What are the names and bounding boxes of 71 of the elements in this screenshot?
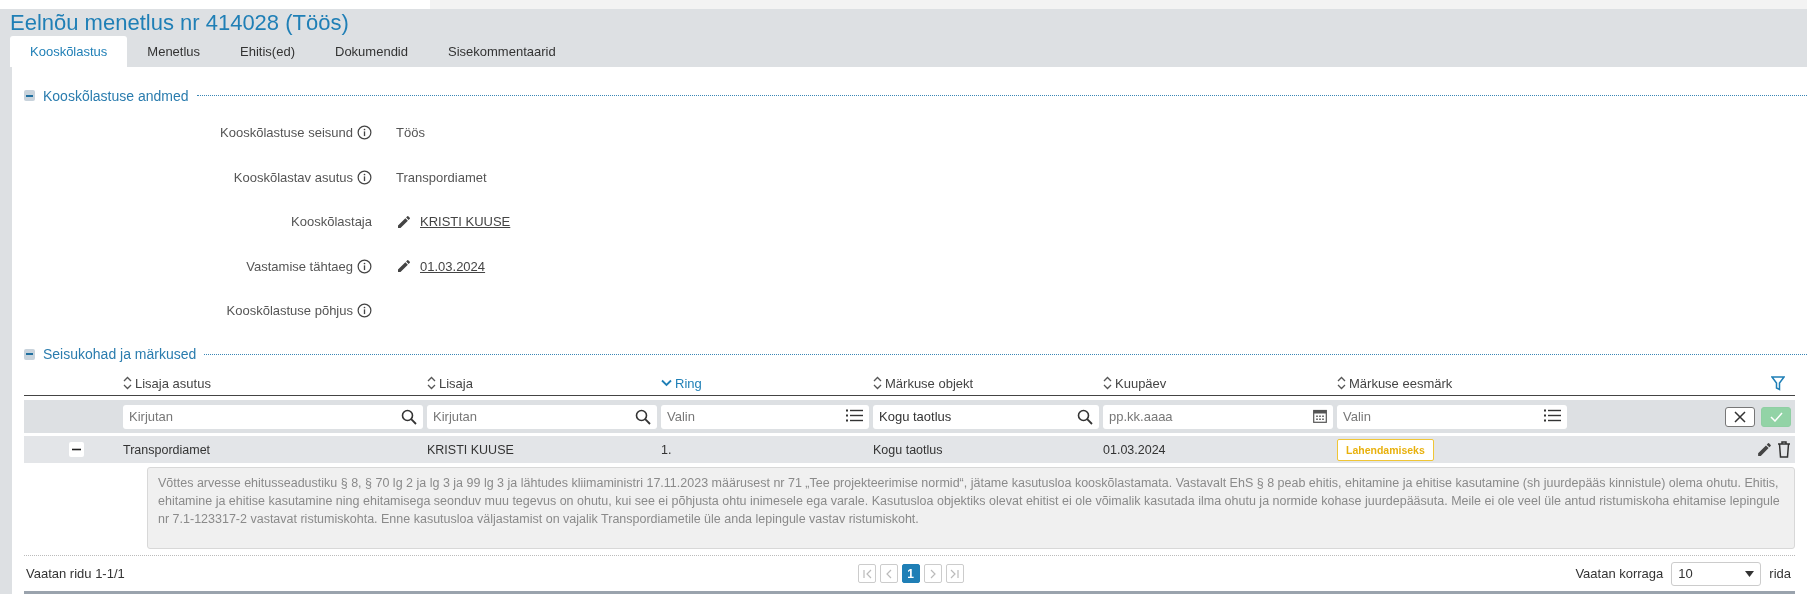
list-icon[interactable] <box>1544 408 1561 422</box>
table-cell-text: Transpordiamet <box>123 442 212 457</box>
tab[interactable]: Sisekommentaarid <box>428 35 576 67</box>
table-cell-text: 1. <box>661 442 673 457</box>
table-cell-text: KRISTI KUUSE <box>427 442 515 457</box>
column-header[interactable]: Märkuse eesmärk <box>1337 375 1571 391</box>
field-label: Kooskõlastuse seisund <box>220 125 353 141</box>
trash-icon[interactable] <box>1777 441 1791 458</box>
first-page-icon <box>860 567 873 580</box>
check-icon <box>1769 411 1783 422</box>
filter-field[interactable]: Kogu taotlus <box>873 404 1099 429</box>
search-icon[interactable] <box>1077 408 1093 425</box>
column-header[interactable]: Lisaja <box>427 375 661 391</box>
filter-field[interactable]: Kirjutan <box>427 404 657 429</box>
caret-icon <box>1745 570 1755 577</box>
column-header[interactable]: Kuupäev <box>1103 375 1337 391</box>
page-title: Eelnõu menetlus nr 414028 (Töös) <box>9 8 350 36</box>
sort-icon[interactable] <box>1337 376 1346 390</box>
search-icon[interactable] <box>635 408 651 425</box>
pencil-icon[interactable] <box>396 258 412 275</box>
info-icon[interactable] <box>357 125 372 141</box>
tab[interactable]: Dokumendid <box>315 35 428 67</box>
field-label: Kooskõlastav asutus <box>233 169 353 185</box>
list-icon[interactable] <box>846 408 863 422</box>
field-value: Transpordiamet <box>396 169 487 185</box>
field-link[interactable]: KRISTI KUUSE <box>420 214 511 230</box>
tab[interactable]: Menetlus <box>127 35 221 67</box>
field-label: Kooskõlastuse põhjus <box>226 303 353 319</box>
row-range: Vaatan ridu 1-1/1 <box>26 566 126 581</box>
search-icon[interactable] <box>401 408 417 425</box>
sort-icon[interactable] <box>427 376 436 390</box>
field-label: Vastamise tähtaeg <box>246 258 353 274</box>
column-header[interactable]: Märkuse objekt <box>873 375 1103 391</box>
filter-field[interactable]: pp.kk.aaaa <box>1103 404 1333 429</box>
filter-field[interactable]: Valin <box>1337 404 1567 429</box>
info-icon[interactable] <box>357 169 372 185</box>
collapse-toggle[interactable] <box>24 90 35 101</box>
sort-icon[interactable] <box>1103 376 1112 390</box>
chevron-down-icon[interactable] <box>661 379 672 387</box>
info-icon[interactable] <box>357 303 372 319</box>
page-size-select[interactable]: 10 <box>1671 561 1762 586</box>
row-toggle[interactable] <box>69 442 84 457</box>
filter-field[interactable]: Kirjutan <box>123 404 423 429</box>
info-icon[interactable] <box>357 258 372 274</box>
rows-label: rida <box>1769 566 1791 581</box>
filter-field[interactable]: Valin <box>661 404 869 429</box>
collapse-toggle[interactable] <box>24 348 35 360</box>
calendar-icon[interactable] <box>1313 408 1327 423</box>
remark-text: Võttes arvesse ehitusseadustiku § 8, § 70 lg 2 ja lg 3 ja 99 lg 3 ja lähtudes kliimaministri 17.11.2023 määrusest nr 71 „Tee projekteerimise normid“, jätame kasutusloa kooskõlastamata. Vastavalt EhS § 8 peab ehitis, ehitamine ja ehitise kasutamine (sh juurdepääs kinnistule) olema ohutu. Ehitis, ehitamine ja ehitise kasutamine ning ehitamisega seonduv muu tegevus on ohutu, kui see ei põhjusta ohtu inimesele ega varale. Kasutusloa objektiks olevat ehitist ei ole võimalik kasutada ilma ohutu ja normide kohase juurdepääsuta. Meile ei ole veel üle antud ristumiskoha ehitamise lepingule nr 7.1-123317-2 vastavat ristumiskohta. Enne kasutusloa väljastamist on vajalik Transpordiametile üle anda lepingule vastav ristumiskoht. <box>147 467 1795 549</box>
table-cell-text: 01.03.2024 <box>1103 442 1167 457</box>
purpose-tag: Lahendamiseks <box>1337 438 1434 461</box>
pencil-icon[interactable] <box>396 213 412 230</box>
column-header[interactable]: Lisaja asutus <box>123 375 427 391</box>
sort-icon[interactable] <box>123 376 132 390</box>
clear-button[interactable] <box>1725 406 1755 427</box>
field-link[interactable]: 01.03.2024 <box>420 258 486 274</box>
field-value: Töös <box>396 125 425 141</box>
tab[interactable]: Ehitis(ed) <box>220 35 315 67</box>
close-icon <box>1734 410 1746 423</box>
table-cell-text: Kogu taotlus <box>873 442 944 457</box>
section-title: Kooskõlastuse andmed <box>43 87 189 104</box>
filter-icon[interactable] <box>1771 375 1785 391</box>
column-header[interactable]: Ring <box>661 375 873 391</box>
field-label: Kooskõlastaja <box>291 214 372 230</box>
last-page-icon <box>948 567 961 580</box>
section-title: Seisukohad ja märkused <box>43 346 197 362</box>
page-size-label: Vaatan korraga <box>1575 566 1664 581</box>
tab[interactable]: Kooskõlastus <box>10 35 128 67</box>
pencil-icon[interactable] <box>1756 441 1773 458</box>
page-button[interactable]: 1 <box>901 564 920 583</box>
sort-icon[interactable] <box>873 376 882 390</box>
